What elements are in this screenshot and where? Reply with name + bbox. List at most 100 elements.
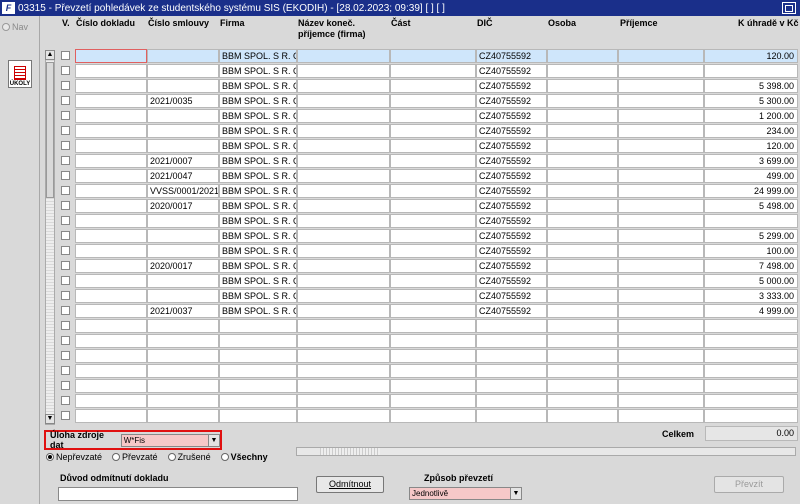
cell-firma[interactable]: BBM SPOL. S R. O. (219, 94, 297, 108)
cell-smlouva[interactable] (147, 394, 219, 408)
cell-doklad[interactable] (75, 109, 147, 123)
row-checkbox[interactable] (61, 171, 70, 180)
cell-smlouva[interactable] (147, 109, 219, 123)
row-checkbox[interactable] (61, 291, 70, 300)
row-checkbox[interactable] (61, 366, 70, 375)
row-checkbox[interactable] (61, 396, 70, 405)
cell-prijemce[interactable] (618, 124, 704, 138)
cell-nazev[interactable] (297, 184, 390, 198)
row-checkbox[interactable] (61, 276, 70, 285)
cell-osoba[interactable] (547, 364, 618, 378)
cell-nazev[interactable] (297, 64, 390, 78)
cell-dic[interactable] (476, 409, 547, 423)
table-row[interactable]: VVSS/0001/2021 BBM SPOL. S R. O. CZ4075559… (0, 184, 800, 199)
cell-dic[interactable]: CZ40755592 (476, 304, 547, 318)
cell-smlouva[interactable]: 2021/0035 (147, 94, 219, 108)
table-row[interactable] (0, 364, 800, 379)
cell-nazev[interactable] (297, 199, 390, 213)
cell-nazev[interactable] (297, 289, 390, 303)
cell-prijemce[interactable] (618, 49, 704, 63)
cell-cast[interactable] (390, 304, 476, 318)
cell-osoba[interactable] (547, 94, 618, 108)
cell-smlouva[interactable] (147, 79, 219, 93)
cell-prijemce[interactable] (618, 184, 704, 198)
cell-dic[interactable]: CZ40755592 (476, 214, 547, 228)
cell-prijemce[interactable] (618, 199, 704, 213)
cell-castka[interactable]: 7 498.00 (704, 259, 798, 273)
col-header-cislo-smlouvy[interactable]: Číslo smlouvy (148, 18, 209, 29)
row-checkbox[interactable] (61, 306, 70, 315)
cell-nazev[interactable] (297, 124, 390, 138)
cell-nazev[interactable] (297, 394, 390, 408)
cell-nazev[interactable] (297, 79, 390, 93)
cell-doklad[interactable] (75, 184, 147, 198)
cell-doklad[interactable] (75, 289, 147, 303)
cell-firma[interactable]: BBM SPOL. S R. O. (219, 124, 297, 138)
cell-doklad[interactable] (75, 124, 147, 138)
cell-prijemce[interactable] (618, 334, 704, 348)
row-checkbox[interactable] (61, 351, 70, 360)
row-checkbox[interactable] (61, 66, 70, 75)
cell-firma[interactable]: BBM SPOL. S R. O. (219, 259, 297, 273)
cell-nazev[interactable] (297, 94, 390, 108)
cell-smlouva[interactable]: 2020/0017 (147, 199, 219, 213)
radio-dot[interactable] (167, 453, 176, 461)
cell-firma[interactable]: BBM SPOL. S R. O. (219, 199, 297, 213)
cell-castka[interactable]: 5 398.00 (704, 79, 798, 93)
cell-firma[interactable] (219, 334, 297, 348)
cell-doklad[interactable] (75, 334, 147, 348)
cell-firma[interactable] (219, 364, 297, 378)
cell-firma[interactable]: BBM SPOL. S R. O. (219, 229, 297, 243)
row-checkbox[interactable] (61, 336, 70, 345)
cell-cast[interactable] (390, 379, 476, 393)
row-checkbox[interactable] (61, 231, 70, 240)
cell-doklad[interactable] (75, 139, 147, 153)
cell-osoba[interactable] (547, 274, 618, 288)
cell-smlouva[interactable] (147, 64, 219, 78)
cell-firma[interactable] (219, 379, 297, 393)
col-header-cislo-dokladu[interactable]: Číslo dokladu (76, 18, 135, 29)
restore-icon[interactable] (782, 2, 796, 14)
cell-castka[interactable] (704, 409, 798, 423)
cell-nazev[interactable] (297, 139, 390, 153)
radio-vsechny[interactable]: Všechny (220, 452, 268, 462)
table-row[interactable] (0, 379, 800, 394)
cell-castka[interactable]: 1 200.00 (704, 109, 798, 123)
table-row[interactable]: 2021/0035 BBM SPOL. S R. O. CZ40755592 5 30… (0, 94, 800, 109)
cell-dic[interactable]: CZ40755592 (476, 124, 547, 138)
cell-doklad[interactable] (75, 319, 147, 333)
cell-smlouva[interactable] (147, 289, 219, 303)
col-header-prijemce[interactable]: Příjemce (620, 18, 658, 29)
cell-castka[interactable] (704, 319, 798, 333)
cell-dic[interactable]: CZ40755592 (476, 199, 547, 213)
cell-castka[interactable]: 5 300.00 (704, 94, 798, 108)
radio-dot[interactable] (112, 453, 121, 461)
cell-doklad[interactable] (75, 94, 147, 108)
cell-nazev[interactable] (297, 169, 390, 183)
table-row[interactable]: BBM SPOL. S R. O. CZ40755592 5 398.00 (0, 79, 800, 94)
cell-dic[interactable]: CZ40755592 (476, 229, 547, 243)
cell-firma[interactable] (219, 394, 297, 408)
cell-doklad[interactable] (75, 214, 147, 228)
cell-nazev[interactable] (297, 259, 390, 273)
cell-cast[interactable] (390, 214, 476, 228)
row-checkbox[interactable] (61, 381, 70, 390)
cell-cast[interactable] (390, 364, 476, 378)
cell-prijemce[interactable] (618, 319, 704, 333)
cell-dic[interactable] (476, 334, 547, 348)
reject-button[interactable]: Odmítnout (316, 476, 384, 493)
cell-smlouva[interactable] (147, 319, 219, 333)
horizontal-scroll-thumb[interactable] (320, 448, 380, 455)
cell-doklad[interactable] (75, 229, 147, 243)
table-row[interactable] (0, 394, 800, 409)
chevron-down-icon[interactable]: ▼ (510, 488, 521, 499)
cell-doklad[interactable] (75, 274, 147, 288)
table-row[interactable]: 2021/0007 BBM SPOL. S R. O. CZ40755592 3 69… (0, 154, 800, 169)
cell-nazev[interactable] (297, 274, 390, 288)
cell-firma[interactable]: BBM SPOL. S R. O. (219, 154, 297, 168)
cell-nazev[interactable] (297, 49, 390, 63)
cell-dic[interactable]: CZ40755592 (476, 139, 547, 153)
cell-doklad[interactable] (75, 199, 147, 213)
cell-osoba[interactable] (547, 319, 618, 333)
col-header-firma[interactable]: Firma (220, 18, 245, 29)
